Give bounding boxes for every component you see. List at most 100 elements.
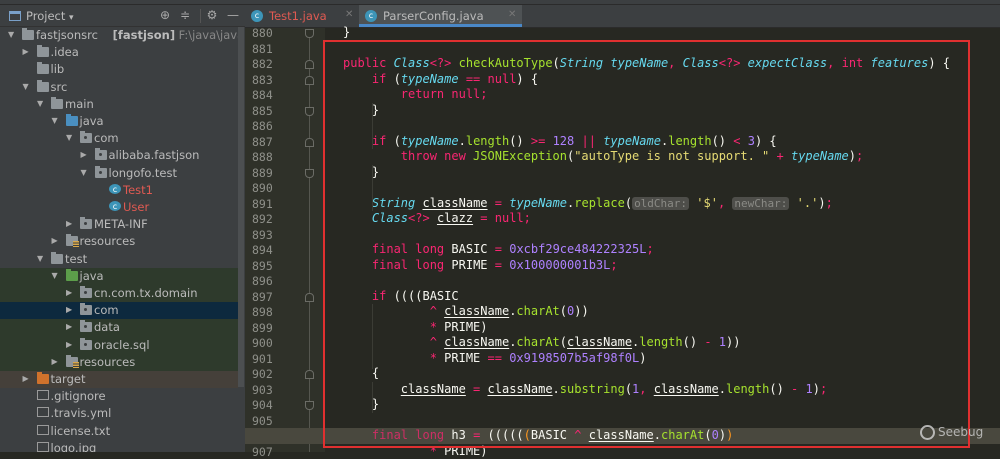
collapse-arrow-icon[interactable]: ▶ [23,47,29,56]
editor-tabs: c Test1.java ✕ c ParserConfig.java ✕ [245,5,1000,28]
class-icon: c [365,10,377,22]
collapse-arrow-icon[interactable]: ▶ [66,340,72,349]
package-icon [95,150,107,160]
expand-arrow-icon[interactable]: ▼ [52,116,58,125]
module-icon [22,30,34,40]
folder-icon [37,64,49,74]
tree-item-label: .idea [51,45,79,59]
tree-item[interactable]: license.txt [0,423,238,440]
tree-item-label: Test1 [123,183,153,197]
tree-item[interactable]: ▼fastjsonsrc[fastjson]F:\java\javaprojec… [0,27,238,44]
package-icon [80,305,92,315]
tree-item[interactable]: ▶ .idea [0,44,238,61]
tree-item[interactable]: ▶ cn.com.tx.domain [0,285,238,302]
gear-icon[interactable]: ⚙ [205,8,219,22]
collapse-arrow-icon[interactable]: ▶ [66,305,72,314]
tree-item[interactable]: .travis.yml [0,405,238,422]
tree-item-label: lib [51,62,65,76]
tab-parserconfig-java[interactable]: c ParserConfig.java ✕ [359,5,522,27]
collapse-arrow-icon[interactable]: ▶ [23,374,29,383]
tree-item[interactable]: ▼com [0,130,238,147]
file-icon [37,442,49,452]
test-icon [66,271,78,281]
tree-item[interactable]: ▼ longofo.test [0,165,238,182]
collapse-arrow-icon[interactable]: ▶ [66,219,72,228]
file-icon [37,407,49,417]
resources-icon [66,357,78,367]
tree-item[interactable]: ▶com [0,302,238,319]
tree-item-label: resources [80,355,136,369]
tree-item[interactable]: ▼ main [0,96,238,113]
collapse-all-icon[interactable]: ≑ [178,8,192,22]
file-icon [37,425,49,435]
expand-arrow-icon[interactable]: ▼ [52,271,58,280]
minimize-icon[interactable]: — [226,8,240,22]
package-icon [95,168,107,178]
tree-item[interactable]: ▼ java [0,268,238,285]
code-token: } [343,25,350,39]
class-icon: c [109,201,121,211]
tree-item[interactable]: ▼ java [0,113,238,130]
code-line: } [343,25,350,41]
tree-item[interactable]: ▶ oracle.sql [0,337,238,354]
tree-item-label: oracle.sql [94,338,150,352]
tree-item-label: logo.jpg [51,441,97,452]
expand-arrow-icon[interactable]: ▼ [37,254,43,263]
tree-item-label: java [80,114,104,128]
close-icon[interactable]: ✕ [508,9,516,20]
tree-item[interactable]: cUser [0,199,238,216]
class-icon: c [109,184,121,194]
resources-icon [66,236,78,246]
tree-item-label: alibaba.fastjson [109,148,200,162]
expand-arrow-icon[interactable]: ▼ [37,99,43,108]
tree-item[interactable]: .gitignore [0,388,238,405]
collapse-arrow-icon[interactable]: ▶ [81,150,87,159]
tree-scrollbar[interactable] [238,27,244,387]
tab-label: Test1.java [269,9,327,23]
class-icon: c [251,10,263,22]
folder-icon [51,99,63,109]
folder-icon [51,254,63,264]
collapse-arrow-icon[interactable]: ▶ [52,236,58,245]
project-panel: Project ▾ ⊕ ≑ ⚙ — ▼fastjsonsrc[fastjson]… [0,0,245,452]
package-icon [80,288,92,298]
src-icon [66,116,78,126]
close-icon[interactable]: ✕ [345,9,353,20]
project-view-selector[interactable]: Project ▾ [26,9,74,23]
tree-item[interactable]: ▶data [0,319,238,336]
tree-item[interactable]: ▶META-INF [0,216,238,233]
watermark-text: Seebug [938,425,983,439]
project-window-icon [9,11,21,21]
tree-item-label: license.txt [51,424,111,438]
tree-item-label: main [65,97,94,111]
collapse-arrow-icon[interactable]: ▶ [66,288,72,297]
seebug-logo-icon [920,425,935,440]
tree-item[interactable]: logo.jpg [0,440,238,452]
tree-item[interactable]: cTest1 [0,182,238,199]
tree-item-label: cn.com.tx.domain [94,286,198,300]
tree-item[interactable]: ▶target [0,371,238,388]
divider [200,9,201,23]
tree-item-label: .travis.yml [51,406,112,420]
package-icon [80,340,92,350]
tab-label: ParserConfig.java [383,9,484,23]
expand-arrow-icon[interactable]: ▼ [81,168,87,177]
collapse-arrow-icon[interactable]: ▶ [52,357,58,366]
tree-item-label: longofo.test [109,166,177,180]
tab-test1-java[interactable]: c Test1.java ✕ [245,5,359,27]
tree-item-label: java [80,269,104,283]
tree-item[interactable]: ▶ alibaba.fastjson [0,147,238,164]
tree-item[interactable]: ▶ resources [0,354,238,371]
package-icon [80,133,92,143]
expand-arrow-icon[interactable]: ▼ [66,133,72,142]
tree-item[interactable]: ▼test [0,251,238,268]
tree-item-label: User [123,200,149,214]
tree-item[interactable]: lib [0,61,238,78]
expand-arrow-icon[interactable]: ▼ [23,82,29,91]
folder-icon [37,47,49,57]
tree-item[interactable]: ▶resources [0,233,238,250]
tree-item[interactable]: ▼src [0,79,238,96]
locate-icon[interactable]: ⊕ [158,8,172,22]
expand-arrow-icon[interactable]: ▼ [8,30,14,39]
collapse-arrow-icon[interactable]: ▶ [66,322,72,331]
